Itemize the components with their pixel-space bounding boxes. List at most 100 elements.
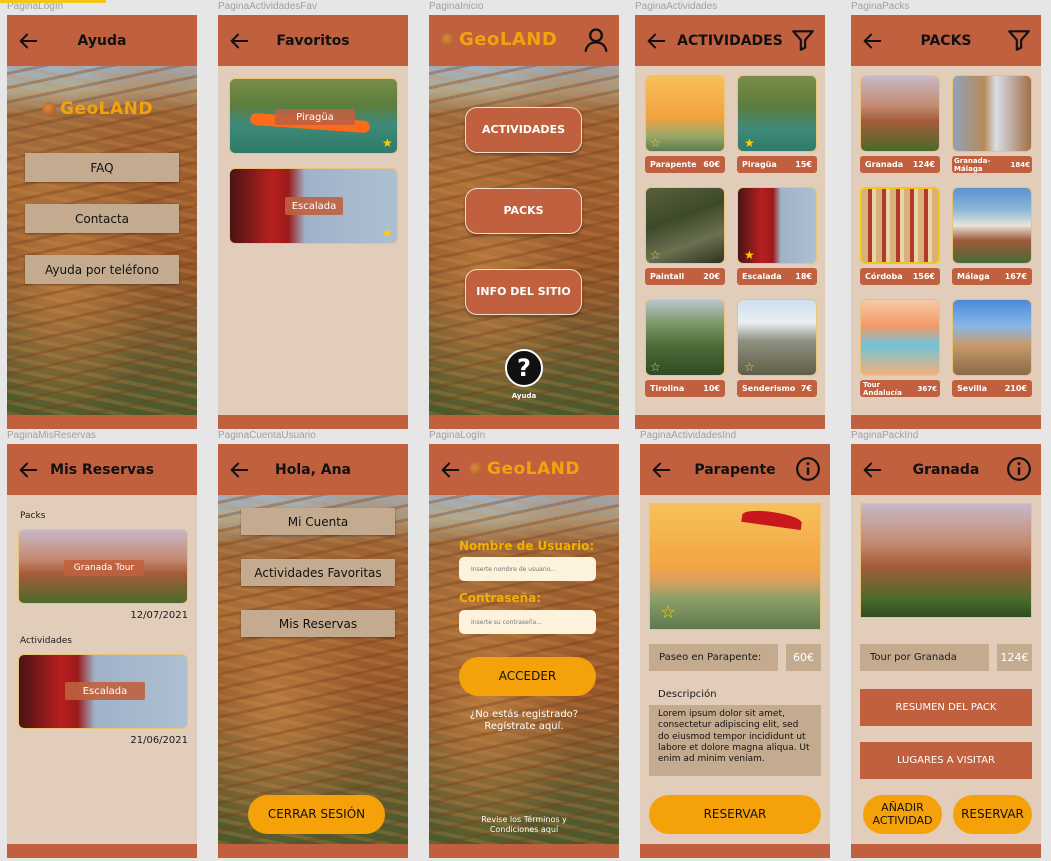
star-outline-icon[interactable]: ☆ [650, 137, 661, 149]
activity-tag[interactable]: Piragüa 15€ [737, 156, 817, 173]
star-filled-icon[interactable]: ★ [382, 137, 393, 149]
logo: GeoLAND [469, 459, 580, 479]
paraglider-shape [741, 507, 803, 531]
my-account-button[interactable]: Mi Cuenta [241, 508, 395, 535]
back-arrow-icon[interactable] [228, 30, 250, 52]
pack-name: Tour Andalucía [863, 380, 902, 397]
pack-price: 124€ [912, 160, 935, 169]
password-input[interactable]: Inserte su contraseña... [459, 610, 596, 634]
activity-card-tirolina[interactable]: ☆ [645, 299, 725, 376]
faq-button[interactable]: FAQ [25, 153, 179, 182]
back-arrow-icon[interactable] [439, 459, 461, 481]
frame-label: PaginaActividadesFav [218, 1, 317, 12]
back-arrow-icon[interactable] [17, 30, 39, 52]
description-title: Descripción [658, 689, 717, 700]
back-arrow-icon[interactable] [17, 459, 39, 481]
footer [429, 844, 619, 858]
activity-name: Parapente [650, 160, 697, 169]
screen-pack-ind: Granada Tour por Granada 124€ RESUMEN DE… [851, 444, 1041, 858]
add-activity-button[interactable]: AÑADIR ACTIVIDAD [863, 795, 942, 834]
star-filled-icon[interactable]: ★ [744, 249, 755, 261]
pack-card-malaga[interactable] [952, 187, 1032, 264]
pack-image [860, 503, 1032, 618]
login-button[interactable]: ACCEDER [459, 657, 596, 696]
activity-card-parapente[interactable]: ☆ [645, 75, 725, 152]
pack-tag[interactable]: Córdoba 156€ [860, 268, 940, 285]
back-arrow-icon[interactable] [645, 30, 667, 52]
favorite-label: Escalada [285, 197, 343, 215]
screen-favoritos: Favoritos Piragüa ★ Escalada ★ [218, 15, 408, 429]
pack-card-granada-malaga[interactable] [952, 75, 1032, 152]
reservation-label: Escalada [65, 682, 145, 700]
pack-summary-button[interactable]: RESUMEN DEL PACK [860, 689, 1032, 726]
activity-tag[interactable]: Tirolina 10€ [645, 380, 725, 397]
star-outline-icon[interactable]: ☆ [744, 361, 755, 373]
pack-tag[interactable]: Sevilla 210€ [952, 380, 1032, 397]
my-reservations-button[interactable]: Mis Reservas [241, 610, 395, 637]
terms-link[interactable]: Revise los Términos y Condiciones aquí [464, 815, 584, 836]
section-label: Packs [20, 511, 46, 521]
back-arrow-icon[interactable] [861, 459, 883, 481]
contact-button[interactable]: Contacta [25, 204, 179, 233]
help-icon[interactable]: ? [505, 349, 543, 387]
activity-tag[interactable]: Senderismo 7€ [737, 380, 817, 397]
places-button[interactable]: LUGARES A VISITAR [860, 742, 1032, 779]
activity-card-piragua[interactable]: ★ [737, 75, 817, 152]
pack-tag[interactable]: Málaga 167€ [952, 268, 1032, 285]
globe-icon [42, 102, 56, 116]
activity-card-senderismo[interactable]: ☆ [737, 299, 817, 376]
star-outline-icon[interactable]: ☆ [660, 604, 676, 622]
register-link[interactable]: ¿No estás registrado? Regístrate aquí. [449, 709, 599, 733]
pack-price: 124€ [997, 644, 1032, 671]
filter-icon[interactable] [790, 27, 816, 53]
reservation-card[interactable]: Granada Tour [18, 529, 188, 604]
reserve-button[interactable]: RESERVAR [953, 795, 1032, 834]
screen-actividades: ACTIVIDADES ☆ Parapente 60€ ★ Piragüa 15€ … [635, 15, 825, 429]
filter-icon[interactable] [1006, 27, 1032, 53]
header: Ayuda [7, 15, 197, 66]
activity-tag[interactable]: Parapente 60€ [645, 156, 725, 173]
reserve-button[interactable]: RESERVAR [649, 795, 821, 834]
favorite-card[interactable]: Piragüa ★ [229, 78, 398, 154]
logout-button[interactable]: CERRAR SESIÓN [248, 795, 385, 834]
activity-price: 60€ [786, 644, 821, 671]
user-icon[interactable] [582, 26, 610, 54]
logo: GeoLAND [441, 29, 557, 50]
star-filled-icon[interactable]: ★ [382, 227, 393, 239]
header: Favoritos [218, 15, 408, 66]
pack-card-granada[interactable] [860, 75, 940, 152]
activity-card-escalada[interactable]: ★ [737, 187, 817, 264]
site-info-button[interactable]: INFO DEL SITIO [465, 269, 582, 315]
username-input[interactable]: Inserte nombre de usuario... [459, 557, 596, 581]
info-icon[interactable] [795, 456, 821, 482]
activity-name: Escalada [742, 272, 782, 281]
pack-tag[interactable]: Tour Andalucía 367€ [860, 380, 940, 397]
favorite-activities-button[interactable]: Actividades Favoritas [241, 559, 395, 586]
reservation-card[interactable]: Escalada [18, 654, 188, 729]
header: ACTIVIDADES [635, 15, 825, 66]
back-arrow-icon[interactable] [861, 30, 883, 52]
activities-button[interactable]: ACTIVIDADES [465, 107, 582, 153]
reservation-label: Granada Tour [64, 560, 144, 576]
activity-tag[interactable]: Escalada 18€ [737, 268, 817, 285]
pack-card-tour-andalucia[interactable] [860, 299, 940, 376]
activity-tag[interactable]: Paintall 20€ [645, 268, 725, 285]
info-icon[interactable] [1006, 456, 1032, 482]
packs-button[interactable]: PACKS [465, 188, 582, 234]
pack-name: Granada-Málaga [954, 156, 991, 173]
back-arrow-icon[interactable] [650, 459, 672, 481]
star-filled-icon[interactable]: ★ [744, 137, 755, 149]
star-outline-icon[interactable]: ☆ [650, 249, 661, 261]
pack-card-sevilla[interactable] [952, 299, 1032, 376]
back-arrow-icon[interactable] [228, 459, 250, 481]
header: PACKS [851, 15, 1041, 66]
phone-help-button[interactable]: Ayuda por teléfono [25, 255, 179, 284]
favorite-card[interactable]: Escalada ★ [229, 168, 398, 244]
star-outline-icon[interactable]: ☆ [650, 361, 661, 373]
pack-tag[interactable]: Granada-Málaga 184€ [952, 156, 1032, 173]
pack-tag: Tour por Granada [860, 644, 989, 671]
pack-card-cordoba[interactable] [860, 187, 940, 264]
activity-card-paintball[interactable]: ☆ [645, 187, 725, 264]
footer [218, 844, 408, 858]
pack-tag[interactable]: Granada 124€ [860, 156, 940, 173]
